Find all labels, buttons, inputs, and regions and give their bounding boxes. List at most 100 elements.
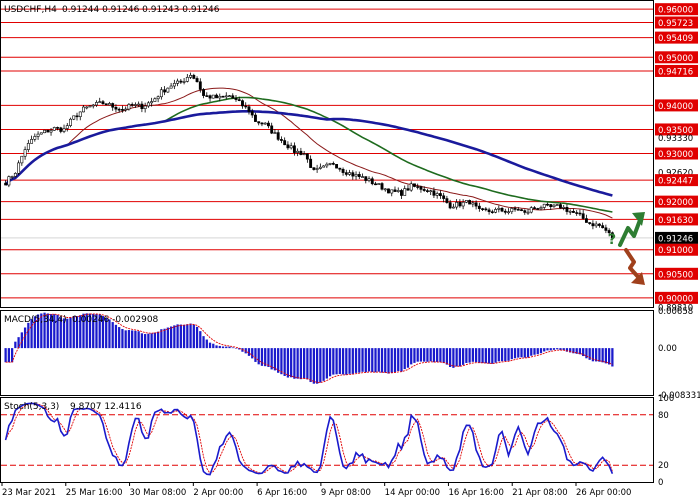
macd-bar [131, 330, 134, 349]
candle-body [43, 129, 46, 134]
macd-bar [549, 348, 552, 351]
candle-body [59, 127, 63, 132]
macd-bar [322, 348, 325, 381]
candle-body [523, 210, 527, 213]
candle-body [331, 163, 335, 165]
candle-body [568, 210, 572, 213]
candle-body [546, 203, 549, 206]
macd-bar [111, 322, 114, 349]
macd-bar [471, 348, 474, 362]
candle-body [104, 103, 108, 106]
macd-bar [429, 348, 432, 362]
macd-bar [267, 348, 270, 367]
candle-body [341, 168, 345, 173]
candle-body [111, 103, 115, 108]
candle-body [487, 209, 491, 212]
time-tick-label: 30 Mar 08:00 [130, 488, 187, 498]
candle-body [338, 167, 342, 170]
candle-body [497, 207, 501, 210]
macd-bar [465, 348, 468, 363]
macd-bar [361, 348, 364, 372]
macd-bar [507, 348, 510, 361]
time-tick-label: 23 Mar 2021 [2, 488, 56, 498]
candle-body [533, 207, 536, 209]
ohlc-values: 0.91244 0.91246 0.91243 0.91246 [62, 5, 220, 15]
candle-body [562, 206, 566, 209]
macd-bar [500, 348, 504, 362]
time-tick-label: 25 Mar 16:00 [66, 488, 123, 498]
candle-body [552, 204, 556, 208]
candle-body [383, 188, 387, 191]
macd-bar [215, 345, 218, 349]
candle-body [179, 80, 183, 83]
chart-svg: 0.96000 0.95723 0.95409 0.95000 0.94716 0.940… [0, 0, 700, 498]
macd-bar [387, 348, 390, 374]
candle-body [4, 182, 8, 186]
candle-body [254, 114, 257, 122]
stoch-title: Stoch(5,3,3) [4, 402, 59, 412]
stoch-tick-label: 20 [658, 461, 669, 471]
stoch-axis: 100 80 20 0 [658, 394, 674, 488]
macd-bar [166, 327, 169, 349]
macd-bar [345, 348, 348, 375]
candle-body [542, 203, 546, 208]
macd-bar [4, 348, 7, 363]
candle-body [88, 105, 92, 108]
macd-bar [377, 348, 380, 372]
candle-body [299, 150, 303, 155]
candle-body [114, 106, 118, 110]
candle-body [461, 201, 465, 207]
macd-bar [539, 348, 543, 354]
macd-bar [121, 328, 124, 349]
candle-body [279, 139, 283, 141]
candle-body [7, 176, 11, 186]
stoch-values: 9.8707 12.4116 [70, 402, 142, 412]
price-tick-label: 0.90500 [658, 270, 693, 280]
candle-body [231, 95, 235, 99]
candle-body [529, 207, 533, 213]
macd-bar [140, 333, 144, 349]
price-tick-label: 0.93330 [658, 134, 693, 144]
candle-body [361, 176, 364, 178]
stoch-tick-label: 80 [658, 411, 669, 421]
stoch-main-line [4, 402, 614, 476]
macd-bar [118, 327, 121, 349]
candle-body [584, 218, 588, 223]
stoch-tick-label: 0 [658, 478, 663, 488]
macd-bar [160, 329, 163, 349]
candle-body [409, 183, 413, 191]
candle-body [396, 190, 400, 192]
candle-body [422, 189, 426, 191]
macd-bar [332, 348, 335, 375]
macd-bar [254, 348, 257, 362]
macd-bar [390, 348, 393, 373]
candle-body [95, 102, 98, 106]
candle-body [536, 208, 540, 210]
macd-bar [526, 348, 530, 358]
macd-bar [474, 348, 478, 363]
macd-bar [17, 337, 20, 349]
price-tick-label: 0.94000 [658, 102, 693, 112]
candle-body [370, 178, 374, 185]
candle-body [572, 210, 575, 213]
candle-body [69, 118, 72, 126]
macd-bar [504, 348, 507, 362]
candle-body [575, 212, 579, 214]
time-tick-label: 9 Apr 08:00 [321, 488, 371, 498]
macd-bar [195, 326, 199, 349]
macd-bar [312, 348, 316, 384]
macd-bar [364, 348, 367, 373]
candle-body [601, 225, 605, 229]
macd-bar [302, 348, 306, 379]
macd-bar [458, 348, 462, 367]
candle-body [468, 200, 472, 205]
candle-body [263, 122, 267, 125]
candle-body [133, 104, 137, 106]
macd-bar [351, 348, 354, 374]
candle-body [445, 198, 449, 203]
macd-bar [173, 325, 176, 349]
candle-body [13, 173, 17, 177]
macd-bar [371, 348, 374, 373]
macd-bar [393, 348, 397, 373]
candle-body [169, 85, 173, 89]
